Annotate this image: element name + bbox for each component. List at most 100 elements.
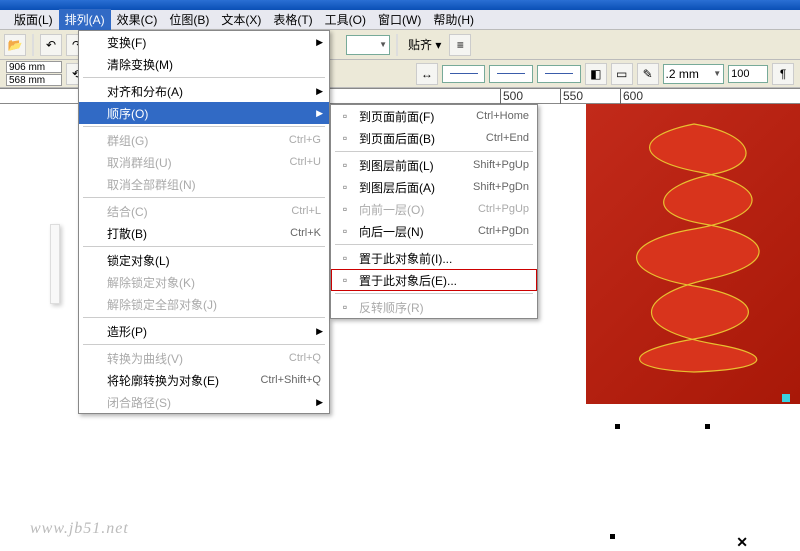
menu-item-icon: ▫ xyxy=(335,109,355,123)
selection-handle[interactable] xyxy=(782,394,790,402)
menu-item-shortcut: Ctrl+G xyxy=(289,134,321,146)
ruler-tick: 550 xyxy=(560,89,583,105)
menu-item-icon: ▫ xyxy=(335,300,355,314)
menu-item-shortcut: Shift+PgDn xyxy=(473,181,529,193)
behind-fill-icon[interactable]: ◧ xyxy=(585,63,607,85)
menu-effects[interactable]: 效果(C) xyxy=(111,9,164,30)
pct-input[interactable] xyxy=(728,65,768,83)
menu-bitmap[interactable]: 位图(B) xyxy=(163,9,215,30)
menu-item-icon: ▫ xyxy=(335,131,355,145)
menu-item: 群组(G)Ctrl+G xyxy=(79,129,329,151)
menu-item-label: 置于此对象前(I)... xyxy=(355,250,529,267)
outline-pen-icon[interactable]: ✎ xyxy=(637,63,659,85)
menu-item-label: 到图层前面(L) xyxy=(355,157,457,174)
menu-separator xyxy=(83,126,325,127)
menu-item-label: 到页面前面(F) xyxy=(355,108,460,125)
menu-item-label: 对齐和分布(A) xyxy=(103,83,321,100)
menu-separator xyxy=(335,244,533,245)
menu-separator xyxy=(83,344,325,345)
menu-separator xyxy=(83,317,325,318)
line-dash-style[interactable] xyxy=(489,65,533,83)
arrange-dropdown: 变换(F)▶清除变换(M)对齐和分布(A)▶顺序(O)▶群组(G)Ctrl+G取… xyxy=(78,30,330,414)
menu-item: 解除锁定全部对象(J) xyxy=(79,293,329,315)
ruler-tick: 500 xyxy=(500,89,523,105)
ruler-tick: 600 xyxy=(620,89,643,105)
selection-handle[interactable] xyxy=(615,424,620,429)
menu-separator xyxy=(83,246,325,247)
menu-layout[interactable]: 版面(L) xyxy=(8,9,59,30)
outline-width-combo[interactable]: .2 mm▼ xyxy=(663,64,725,84)
toolbar-separator xyxy=(396,34,398,56)
menu-item-shortcut: Shift+PgUp xyxy=(473,159,529,171)
line-start-style[interactable] xyxy=(442,65,486,83)
menu-item[interactable]: 清除变换(M) xyxy=(79,53,329,75)
submenu-arrow-icon: ▶ xyxy=(316,37,323,48)
menu-arrange[interactable]: 排列(A) xyxy=(59,9,111,30)
menu-item-shortcut: Ctrl+K xyxy=(290,227,321,239)
menu-item-label: 造形(P) xyxy=(103,323,321,340)
menu-item-label: 闭合路径(S) xyxy=(103,394,321,411)
menu-item[interactable]: 变换(F)▶ xyxy=(79,31,329,53)
center-marker-icon: ✕ xyxy=(736,534,748,551)
menu-item[interactable]: ▫到页面前面(F) Ctrl+Home xyxy=(331,105,537,127)
menu-item[interactable]: ▫置于此对象后(E)... xyxy=(331,269,537,291)
menu-item-label: 取消群组(U) xyxy=(103,154,274,171)
menu-item-label: 打散(B) xyxy=(103,225,274,242)
menu-tools[interactable]: 工具(O) xyxy=(319,9,372,30)
menu-item[interactable]: ▫到图层前面(L) Shift+PgUp xyxy=(331,154,537,176)
order-submenu: ▫到页面前面(F)Ctrl+Home▫到页面后面(B)Ctrl+End▫到图层前… xyxy=(330,104,538,319)
menubar: 版面(L) 排列(A) 效果(C) 位图(B) 文本(X) 表格(T) 工具(O… xyxy=(0,10,800,30)
scale-with-icon[interactable]: ▭ xyxy=(611,63,633,85)
menu-item[interactable]: ▫到页面后面(B)Ctrl+End xyxy=(331,127,537,149)
menu-item-shortcut: Ctrl+Shift+Q xyxy=(260,374,321,386)
menu-window[interactable]: 窗口(W) xyxy=(372,9,427,30)
menu-item-label: 将轮廓转换为对象(E) xyxy=(103,372,244,389)
selection-handle[interactable] xyxy=(705,424,710,429)
arrow-start-icon[interactable]: ↔ xyxy=(416,63,438,85)
menu-item[interactable]: 锁定对象(L) xyxy=(79,249,329,271)
menu-item[interactable]: ▫到图层后面(A)Shift+PgDn xyxy=(331,176,537,198)
menu-item-icon: ▫ xyxy=(335,273,355,287)
submenu-arrow-icon: ▶ xyxy=(316,86,323,97)
menu-item-shortcut: Ctrl+U xyxy=(290,156,321,168)
line-end-style[interactable] xyxy=(537,65,581,83)
menu-item-icon: ▫ xyxy=(335,158,355,172)
menu-item[interactable]: 造形(P)▶ xyxy=(79,320,329,342)
menu-separator xyxy=(335,293,533,294)
menu-item: 取消群组(U) Ctrl+U xyxy=(79,151,329,173)
menu-table[interactable]: 表格(T) xyxy=(267,9,318,30)
menu-item: ▫向前一层(O)Ctrl+PgUp xyxy=(331,198,537,220)
menu-item-shortcut: Ctrl+Home xyxy=(476,110,529,122)
undo-icon[interactable]: ↶ xyxy=(40,34,62,56)
menu-item-label: 解除锁定全部对象(J) xyxy=(103,296,321,313)
wrap-text-icon[interactable]: ¶ xyxy=(772,63,794,85)
position-fields xyxy=(6,61,62,86)
menu-help[interactable]: 帮助(H) xyxy=(427,9,480,30)
submenu-arrow-icon: ▶ xyxy=(316,397,323,408)
menu-separator xyxy=(83,197,325,198)
menu-item-label: 置于此对象后(E)... xyxy=(355,272,529,289)
menu-item[interactable]: 打散(B) Ctrl+K xyxy=(79,222,329,244)
open-icon[interactable]: 📂 xyxy=(4,34,26,56)
menu-item-shortcut: Ctrl+Q xyxy=(289,352,321,364)
menu-item[interactable]: ▫置于此对象前(I)... xyxy=(331,247,537,269)
menu-item[interactable]: 对齐和分布(A)▶ xyxy=(79,80,329,102)
y-position-input[interactable] xyxy=(6,74,62,86)
x-position-input[interactable] xyxy=(6,61,62,73)
selection-handle[interactable] xyxy=(610,534,615,539)
snap-label[interactable]: 贴齐 ▾ xyxy=(404,36,445,53)
menu-item: 取消全部群组(N) xyxy=(79,173,329,195)
menu-item-label: 反转顺序(R) xyxy=(355,299,529,316)
menu-item: 转换为曲线(V)Ctrl+Q xyxy=(79,347,329,369)
menu-item[interactable]: 将轮廓转换为对象(E) Ctrl+Shift+Q xyxy=(79,369,329,391)
menu-item-label: 清除变换(M) xyxy=(103,56,321,73)
submenu-arrow-icon: ▶ xyxy=(316,326,323,337)
zoom-combo[interactable]: ▼ xyxy=(346,35,390,55)
options-icon[interactable]: ≡ xyxy=(449,34,471,56)
menu-item-shortcut: Ctrl+End xyxy=(486,132,529,144)
menu-text[interactable]: 文本(X) xyxy=(215,9,267,30)
menu-item-label: 到图层后面(A) xyxy=(355,179,457,196)
menu-item[interactable]: ▫向后一层(N)Ctrl+PgDn xyxy=(331,220,537,242)
menu-item[interactable]: 顺序(O)▶ xyxy=(79,102,329,124)
menu-item-label: 向前一层(O) xyxy=(355,201,462,218)
